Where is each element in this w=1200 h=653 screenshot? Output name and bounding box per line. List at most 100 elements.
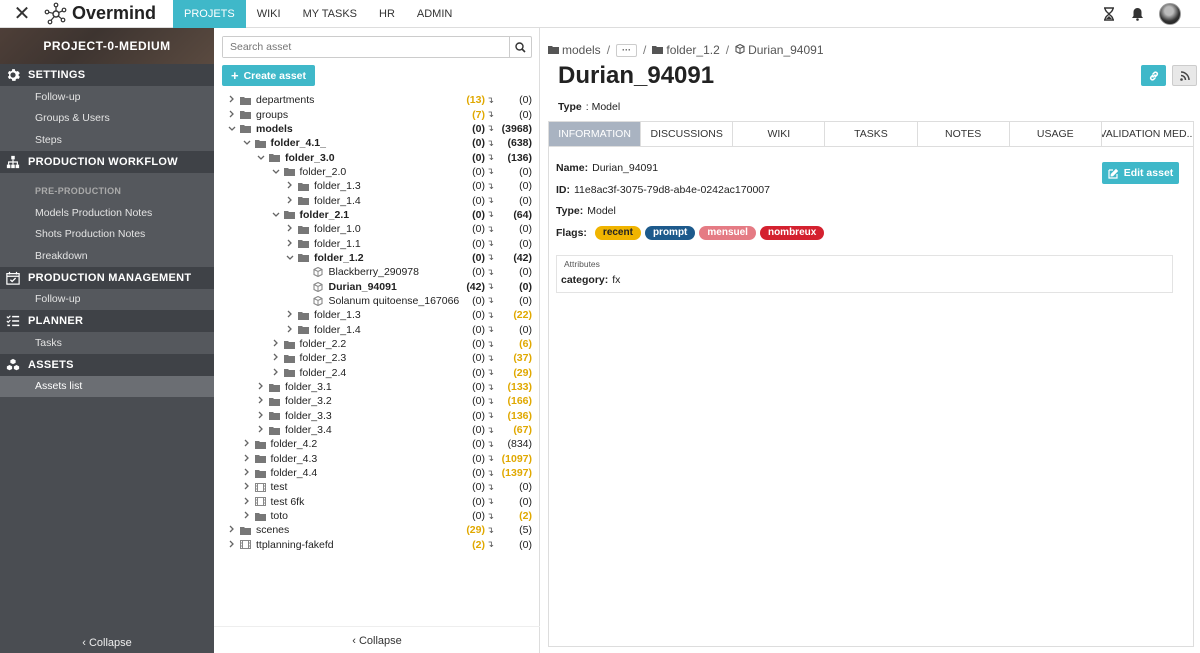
chevron-right-icon[interactable] xyxy=(242,439,252,449)
chevron-right-icon[interactable] xyxy=(242,468,252,478)
tab-usage[interactable]: USAGE xyxy=(1010,122,1102,146)
chevron-right-icon[interactable] xyxy=(242,511,252,521)
chevron-right-icon[interactable] xyxy=(285,325,295,335)
tab-notes[interactable]: NOTES xyxy=(918,122,1010,146)
sidebar-item-management-follow-up[interactable]: Follow-up xyxy=(0,288,214,310)
chevron-right-icon[interactable] xyxy=(227,540,237,550)
sidebar-item-shots-production-notes[interactable]: Shots Production Notes xyxy=(0,223,214,245)
chevron-right-icon[interactable] xyxy=(271,353,281,363)
chevron-right-icon[interactable] xyxy=(227,525,237,535)
chevron-down-icon[interactable] xyxy=(256,153,266,163)
nav-wiki[interactable]: WIKI xyxy=(246,0,292,28)
bell-icon[interactable] xyxy=(1123,0,1151,28)
tree-row[interactable]: groups (7) ↴ (0) xyxy=(214,107,540,121)
nav-my-tasks[interactable]: MY TASKS xyxy=(292,0,368,28)
tab-discussions[interactable]: DISCUSSIONS xyxy=(641,122,734,146)
flag-badge[interactable]: nombreux xyxy=(759,226,825,240)
tree-row[interactable]: test 6fk (0) ↴ (0) xyxy=(214,495,540,509)
tree-row[interactable]: folder_3.3 (0) ↴ (136) xyxy=(214,409,540,423)
chevron-right-icon[interactable] xyxy=(242,454,252,464)
section-planner[interactable]: PLANNER xyxy=(0,310,214,332)
sidebar-item-models-production-notes[interactable]: Models Production Notes xyxy=(0,202,214,224)
tree-row[interactable]: folder_2.0 (0) ↴ (0) xyxy=(214,165,540,179)
sidebar-item-steps[interactable]: Steps xyxy=(0,129,214,151)
chevron-down-icon[interactable] xyxy=(227,124,237,134)
tree-row[interactable]: Blackberry_290978 (0) ↴ (0) xyxy=(214,265,540,279)
chevron-down-icon[interactable] xyxy=(285,253,295,263)
tree-row[interactable]: test (0) ↴ (0) xyxy=(214,480,540,494)
tree-row[interactable]: folder_3.2 (0) ↴ (166) xyxy=(214,394,540,408)
chevron-right-icon[interactable] xyxy=(271,368,281,378)
tab-wiki[interactable]: WIKI xyxy=(733,122,826,146)
nav-projets[interactable]: PROJETS xyxy=(173,0,246,28)
sidebar-item-breakdown[interactable]: Breakdown xyxy=(0,245,214,267)
section-production-workflow[interactable]: PRODUCTION WORKFLOW xyxy=(0,150,214,173)
section-assets[interactable]: ASSETS xyxy=(0,353,214,376)
tree-row[interactable]: Solanum quitoense_167066 (0) ↴ (0) xyxy=(214,294,540,308)
breadcrumb-parent[interactable]: folder_1.2 xyxy=(666,43,719,57)
search-input[interactable] xyxy=(223,37,509,57)
tree-row[interactable]: folder_1.2 (0) ↴ (42) xyxy=(214,251,540,265)
tree-row[interactable]: toto (0) ↴ (2) xyxy=(214,509,540,523)
project-title[interactable]: PROJECT-0-MEDIUM xyxy=(0,28,214,64)
tree-row[interactable]: folder_1.3 (0) ↴ (22) xyxy=(214,308,540,322)
tree-row[interactable]: folder_1.0 (0) ↴ (0) xyxy=(214,222,540,236)
chevron-down-icon[interactable] xyxy=(242,138,252,148)
flag-badge[interactable]: prompt xyxy=(644,226,696,240)
hourglass-icon[interactable] xyxy=(1095,0,1123,28)
tree-row[interactable]: folder_3.4 (0) ↴ (67) xyxy=(214,423,540,437)
chevron-right-icon[interactable] xyxy=(256,396,266,406)
chevron-right-icon[interactable] xyxy=(256,382,266,392)
tree-row[interactable]: folder_2.1 (0) ↴ (64) xyxy=(214,208,540,222)
tab-tasks[interactable]: TASKS xyxy=(825,122,918,146)
tree-row[interactable]: ttplanning-fakefd (2) ↴ (0) xyxy=(214,538,540,552)
chevron-right-icon[interactable] xyxy=(285,196,295,206)
breadcrumb-more-button[interactable]: ··· xyxy=(616,43,638,57)
chevron-right-icon[interactable] xyxy=(242,497,252,507)
chevron-right-icon[interactable] xyxy=(285,310,295,320)
nav-hr[interactable]: HR xyxy=(368,0,406,28)
edit-asset-button[interactable]: Edit asset xyxy=(1102,162,1179,184)
tree-row[interactable]: departments (13) ↴ (0) xyxy=(214,93,540,107)
tree-row[interactable]: folder_3.0 (0) ↴ (136) xyxy=(214,150,540,164)
tree-row[interactable]: folder_2.3 (0) ↴ (37) xyxy=(214,351,540,365)
tab-information[interactable]: INFORMATION xyxy=(549,122,642,146)
chevron-right-icon[interactable] xyxy=(256,425,266,435)
tree-row[interactable]: folder_4.2 (0) ↴ (834) xyxy=(214,437,540,451)
tree-row[interactable]: folder_1.1 (0) ↴ (0) xyxy=(214,236,540,250)
chevron-right-icon[interactable] xyxy=(227,95,237,105)
app-logo[interactable]: Overmind xyxy=(44,0,173,28)
sidebar-item-tasks[interactable]: Tasks xyxy=(0,332,214,354)
copy-link-button[interactable] xyxy=(1141,65,1166,86)
section-settings[interactable]: SETTINGS xyxy=(0,64,214,86)
create-asset-button[interactable]: + Create asset xyxy=(222,65,315,86)
tree-row[interactable]: models (0) ↴ (3968) xyxy=(214,122,540,136)
chevron-right-icon[interactable] xyxy=(227,110,237,120)
tree-row[interactable]: folder_1.4 (0) ↴ (0) xyxy=(214,193,540,207)
sidebar-item-assets-list[interactable]: Assets list xyxy=(0,375,214,397)
tab-validation-media[interactable]: VALIDATION MED... xyxy=(1102,122,1193,146)
chevron-down-icon[interactable] xyxy=(271,210,281,220)
tree-row[interactable]: folder_4.3 (0) ↴ (1097) xyxy=(214,452,540,466)
tree-row[interactable]: folder_1.4 (0) ↴ (0) xyxy=(214,323,540,337)
nav-admin[interactable]: ADMIN xyxy=(406,0,463,28)
tree-row[interactable]: folder_2.2 (0) ↴ (6) xyxy=(214,337,540,351)
chevron-right-icon[interactable] xyxy=(256,411,266,421)
tree-row[interactable]: folder_2.4 (0) ↴ (29) xyxy=(214,366,540,380)
avatar[interactable] xyxy=(1159,3,1181,25)
chevron-right-icon[interactable] xyxy=(242,482,252,492)
tree-collapse-button[interactable]: ‹ Collapse xyxy=(214,635,540,647)
tree-row[interactable]: Durian_94091 (42) ↴ (0) xyxy=(214,279,540,293)
sidebar-item-groups-users[interactable]: Groups & Users xyxy=(0,107,214,129)
sidebar-collapse-button[interactable]: ‹ Collapse xyxy=(0,637,214,649)
rss-button[interactable] xyxy=(1172,65,1197,86)
flag-badge[interactable]: recent xyxy=(594,226,641,240)
chevron-down-icon[interactable] xyxy=(271,167,281,177)
tree-row[interactable]: folder_3.1 (0) ↴ (133) xyxy=(214,380,540,394)
tree-row[interactable]: folder_4.4 (0) ↴ (1397) xyxy=(214,466,540,480)
chevron-right-icon[interactable] xyxy=(285,181,295,191)
chevron-right-icon[interactable] xyxy=(285,224,295,234)
breadcrumb-root[interactable]: models xyxy=(562,43,601,57)
tree-row[interactable]: folder_4.1_ (0) ↴ (638) xyxy=(214,136,540,150)
search-icon[interactable] xyxy=(509,37,531,57)
